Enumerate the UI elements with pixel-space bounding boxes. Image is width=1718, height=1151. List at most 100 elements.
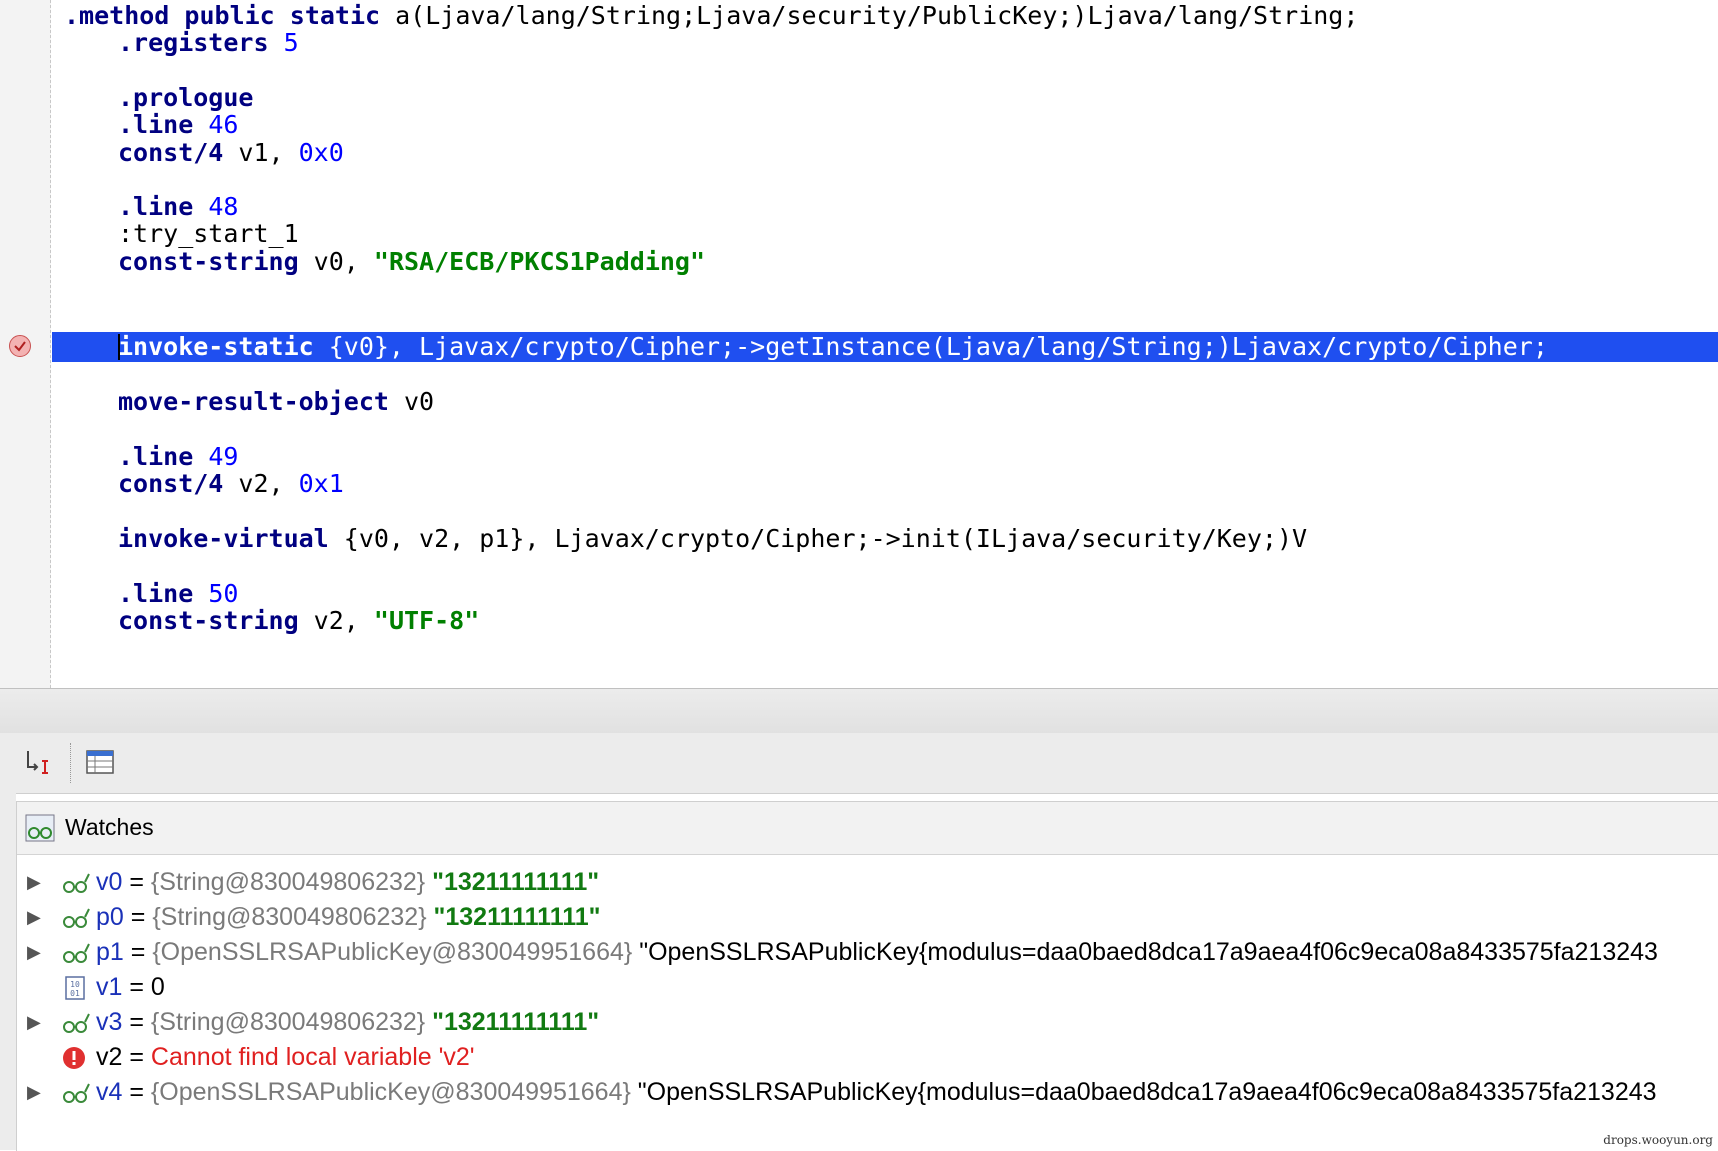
watch-value: "OpenSSLRSAPublicKey{modulus=daa0baed8dc… bbox=[639, 938, 1658, 966]
code-token: 46 bbox=[193, 110, 239, 139]
code-token: "UTF-8" bbox=[373, 606, 480, 635]
expand-arrow-icon[interactable]: ▶ bbox=[27, 863, 41, 901]
code-token: .line bbox=[118, 192, 194, 221]
watch-row-p0[interactable]: ▶ p0 = {String@830049806232} "13211111111… bbox=[17, 898, 1718, 936]
toolbar-divider bbox=[70, 743, 71, 783]
code-line[interactable]: const/4 v1, 0x0 bbox=[118, 138, 344, 168]
code-token: 50 bbox=[193, 579, 239, 608]
watermark: drops.wooyun.org bbox=[1603, 1133, 1713, 1147]
code-line[interactable]: :try_start_1 bbox=[118, 219, 299, 249]
code-line[interactable]: .line 50 bbox=[118, 579, 238, 609]
code-token: 49 bbox=[193, 442, 239, 471]
code-token: a(Ljava/lang/String;Ljava/security/Publi… bbox=[380, 1, 1359, 30]
watch-text: p0 = {String@830049806232} "13211111111" bbox=[96, 898, 601, 936]
watch-text: v3 = {String@830049806232} "13211111111" bbox=[96, 1003, 599, 1041]
svg-text:10: 10 bbox=[70, 980, 80, 989]
watch-glasses-icon bbox=[61, 869, 91, 895]
watches-header: Watches bbox=[17, 802, 1718, 855]
error-icon bbox=[61, 1044, 91, 1070]
watches-title: Watches bbox=[65, 814, 154, 840]
code-token: invoke-virtual bbox=[118, 524, 329, 553]
code-token: v2, bbox=[298, 606, 374, 635]
expand-arrow-icon[interactable]: ▶ bbox=[27, 933, 41, 971]
watch-text: v0 = {String@830049806232} "13211111111" bbox=[96, 863, 599, 901]
code-line[interactable]: .line 48 bbox=[118, 192, 238, 222]
step-into-cursor-icon[interactable] bbox=[24, 747, 54, 777]
watches-panel: Watches ▶ v0 = {String@830049806232} "132… bbox=[16, 801, 1718, 1151]
watch-text: v2 = Cannot find local variable 'v2' bbox=[96, 1038, 475, 1076]
code-token: invoke-static bbox=[118, 332, 314, 361]
code-editor[interactable]: .method public static a(Ljava/lang/Strin… bbox=[0, 0, 1718, 688]
watch-name: v3 bbox=[96, 1008, 123, 1036]
code-line[interactable]: const-string v2, "UTF-8" bbox=[118, 606, 479, 636]
watch-row-v2[interactable]: v2 = Cannot find local variable 'v2' bbox=[17, 1038, 1718, 1076]
watch-equals: = bbox=[129, 1078, 144, 1106]
watch-type: {String@830049806232} bbox=[152, 903, 427, 931]
watch-equals: = bbox=[129, 868, 144, 896]
watch-equals: = bbox=[129, 1008, 144, 1036]
watch-glasses-icon bbox=[61, 1079, 91, 1105]
watch-value: "OpenSSLRSAPublicKey{modulus=daa0baed8dc… bbox=[637, 1078, 1657, 1106]
code-line-current[interactable]: invoke-static {v0}, Ljavax/crypto/Cipher… bbox=[118, 332, 1548, 362]
code-line[interactable]: const-string v0, "RSA/ECB/PKCS1Padding" bbox=[118, 247, 705, 277]
watch-name: p1 bbox=[96, 938, 124, 966]
watch-glasses-icon bbox=[61, 939, 91, 965]
code-token: v2, bbox=[223, 469, 299, 498]
watch-type: {OpenSSLRSAPublicKey@830049951664} bbox=[150, 1078, 631, 1106]
code-token: const-string bbox=[118, 247, 299, 276]
watch-name: p0 bbox=[96, 903, 124, 931]
code-token: .method public static bbox=[64, 1, 381, 30]
table-view-icon[interactable] bbox=[86, 749, 114, 775]
code-token: v1, bbox=[223, 138, 299, 167]
watch-name: v1 bbox=[96, 973, 123, 1001]
watch-type: {String@830049806232} bbox=[150, 868, 426, 896]
code-token: 0x1 bbox=[298, 469, 344, 498]
code-line[interactable]: const/4 v2, 0x1 bbox=[118, 469, 344, 499]
code-token: .registers bbox=[118, 28, 269, 57]
watch-text: p1 = {OpenSSLRSAPublicKey@830049951664} … bbox=[96, 933, 1658, 971]
expand-arrow-icon[interactable]: ▶ bbox=[27, 898, 41, 936]
code-token: 0x0 bbox=[298, 138, 344, 167]
watch-type: {OpenSSLRSAPublicKey@830049951664} bbox=[152, 938, 633, 966]
debug-toolbar bbox=[0, 733, 1718, 794]
code-token: 5 bbox=[268, 28, 299, 57]
watch-name: v2 bbox=[96, 1043, 123, 1071]
code-token: move-result-object bbox=[118, 387, 389, 416]
code-line[interactable]: .prologue bbox=[118, 83, 253, 113]
watch-glasses-icon bbox=[61, 904, 91, 930]
watch-glasses-icon bbox=[61, 1009, 91, 1035]
watch-text: v4 = {OpenSSLRSAPublicKey@830049951664} … bbox=[96, 1073, 1657, 1111]
code-line[interactable]: invoke-virtual {v0, v2, p1}, Ljavax/cryp… bbox=[118, 524, 1307, 554]
expand-arrow-icon[interactable]: ▶ bbox=[27, 1073, 41, 1111]
code-token: "RSA/ECB/PKCS1Padding" bbox=[373, 247, 706, 276]
code-token: .line bbox=[118, 579, 194, 608]
code-token: v0, bbox=[298, 247, 374, 276]
watch-row-p1[interactable]: ▶ p1 = {OpenSSLRSAPublicKey@830049951664}… bbox=[17, 933, 1718, 971]
watch-row-v0[interactable]: ▶ v0 = {String@830049806232} "13211111111… bbox=[17, 863, 1718, 901]
watch-row-v3[interactable]: ▶ v3 = {String@830049806232} "13211111111… bbox=[17, 1003, 1718, 1041]
watch-value: "13211111111" bbox=[432, 1008, 600, 1036]
watch-name: v0 bbox=[96, 868, 123, 896]
watch-row-v1[interactable]: 10 01 v1 = 0 bbox=[17, 968, 1718, 1006]
code-token: const/4 bbox=[118, 138, 224, 167]
code-line[interactable]: .registers 5 bbox=[118, 28, 299, 58]
code-token: const/4 bbox=[118, 469, 224, 498]
code-token: .line bbox=[118, 442, 194, 471]
watch-value: "13211111111" bbox=[432, 868, 600, 896]
code-line[interactable]: move-result-object v0 bbox=[118, 387, 434, 417]
code-token: const-string bbox=[118, 606, 299, 635]
watch-equals: = bbox=[129, 1043, 144, 1071]
text-caret bbox=[118, 334, 120, 360]
code-token: 48 bbox=[193, 192, 239, 221]
watch-name: v4 bbox=[96, 1078, 123, 1106]
code-line[interactable]: .method public static a(Ljava/lang/Strin… bbox=[64, 1, 1358, 31]
watch-text: v1 = 0 bbox=[96, 968, 165, 1006]
panel-splitter[interactable] bbox=[0, 688, 1718, 734]
watch-equals: = bbox=[129, 973, 144, 1001]
code-line[interactable]: .line 49 bbox=[118, 442, 238, 472]
code-line[interactable]: .line 46 bbox=[118, 110, 238, 140]
watch-value: 0 bbox=[150, 973, 165, 1001]
expand-arrow-icon[interactable]: ▶ bbox=[27, 1003, 41, 1041]
watch-value: Cannot find local variable 'v2' bbox=[150, 1043, 475, 1071]
watch-row-v4[interactable]: ▶ v4 = {OpenSSLRSAPublicKey@830049951664}… bbox=[17, 1073, 1718, 1111]
